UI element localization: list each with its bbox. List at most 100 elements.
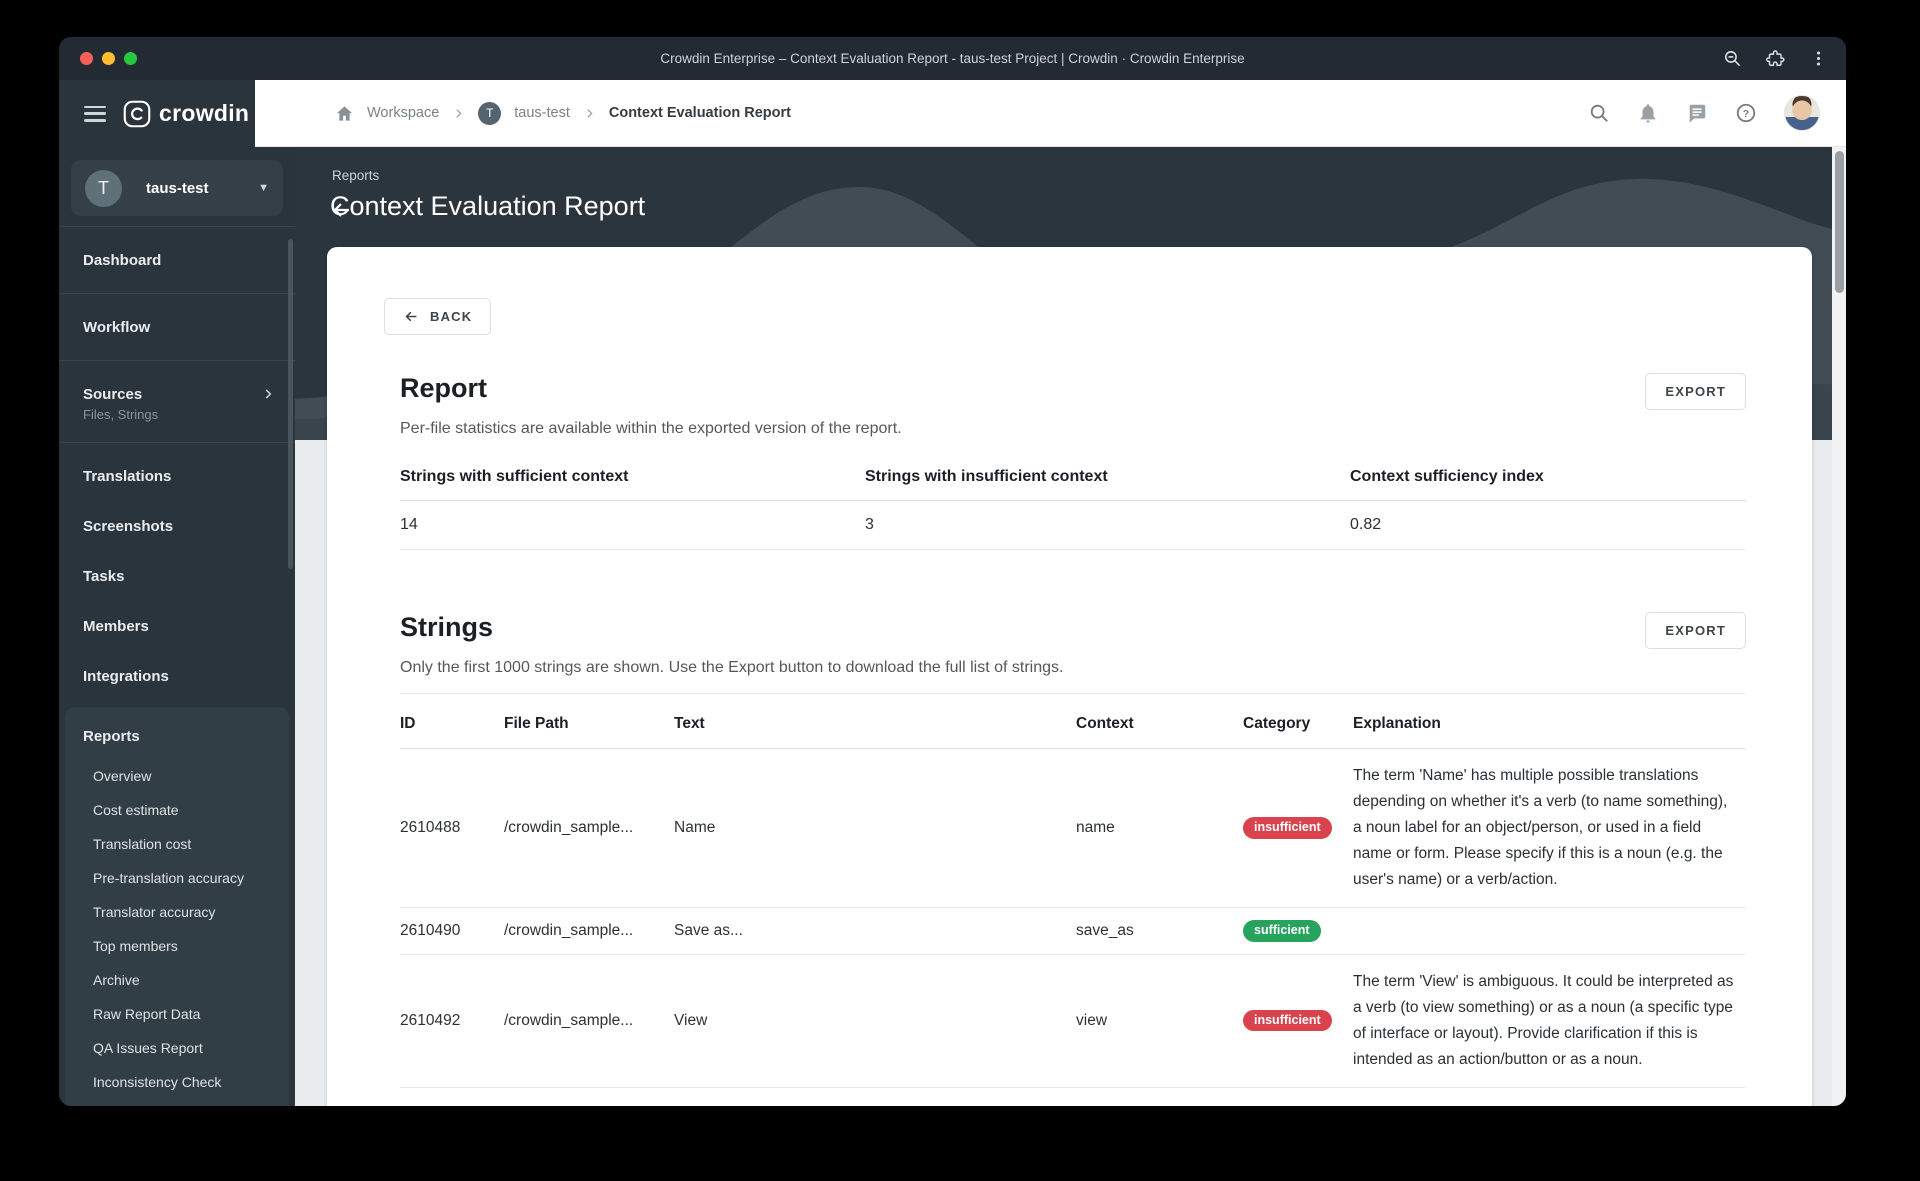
browser-window: Crowdin Enterprise – Context Evaluation … [59,37,1846,1106]
sidebar-reports-top-members[interactable]: Top members [65,929,289,963]
column-header-explanation: Explanation [1353,694,1746,749]
browser-tab-title: Crowdin Enterprise – Context Evaluation … [660,51,1245,66]
project-selector-avatar: T [85,169,122,207]
sidebar-reports-cost-estimate[interactable]: Cost estimate [65,793,289,827]
project-selector[interactable]: T taus-test ▼ [71,160,283,216]
report-stats-table: Strings with sufficient context Strings … [400,468,1746,550]
page-scrollbar[interactable] [1832,147,1846,1106]
stat-header: Strings with sufficient context [400,468,865,501]
sidebar-scrollbar[interactable] [288,239,293,569]
stat-value: 3 [865,501,1350,550]
cell-context: name [1076,819,1115,836]
report-section-title: Report [400,373,487,403]
sidebar-reports-proofreading-diff[interactable]: Proofreading Diff [65,1099,289,1106]
sidebar-item-members[interactable]: Members [59,601,295,651]
page-eyebrow: Reports [332,168,380,183]
logo-zone: crowdin [59,80,255,147]
zoom-page-icon[interactable] [1723,49,1742,68]
app-header: crowdin Workspace T taus-test Context Ev… [59,80,1846,147]
sidebar-reports-inconsistency-check[interactable]: Inconsistency Check [65,1065,289,1099]
sidebar-item-workflow[interactable]: Workflow [59,302,295,352]
column-header-id: ID [400,694,504,749]
cell-text: Save as... [674,921,743,939]
crowdin-logo-icon [123,100,151,127]
cell-text: Name [674,819,716,836]
cell-explanation: The term 'Name' has multiple possible tr… [1353,767,1728,888]
cell-context: view [1076,1011,1108,1029]
column-header-text: Text [674,694,1076,749]
chevron-right-icon [456,108,462,118]
svg-text:?: ? [1743,108,1749,120]
sidebar-reports-translator-accuracy[interactable]: Translator accuracy [65,895,289,929]
page-title: Context Evaluation Report [330,191,646,221]
hamburger-menu-icon[interactable] [84,105,106,122]
sidebar-item-translations[interactable]: Translations [59,451,295,501]
back-arrow-icon[interactable] [330,198,354,222]
category-badge: insufficient [1243,817,1332,839]
crowdin-logo[interactable]: crowdin [123,100,249,128]
maximize-window-button[interactable] [124,52,137,65]
sidebar-item-tasks[interactable]: Tasks [59,551,295,601]
sidebar-reports-group: Reports Overview Cost estimate Translati… [65,707,289,1106]
sidebar: T taus-test ▼ Dashboard Workflow Sources… [59,147,295,1106]
help-icon[interactable]: ? [1735,102,1757,124]
project-avatar: T [478,101,502,125]
breadcrumb-project[interactable]: taus-test [514,105,570,121]
sidebar-item-dashboard[interactable]: Dashboard [59,235,295,285]
sidebar-item-integrations[interactable]: Integrations [59,651,295,701]
back-button[interactable]: BACK [384,298,492,335]
breadcrumb-current: Context Evaluation Report [608,105,791,121]
caret-down-icon: ▼ [258,182,269,194]
content-area: Reports Context Evaluation Report BACK R… [295,147,1832,1106]
user-avatar[interactable] [1784,95,1820,131]
close-window-button[interactable] [80,52,93,65]
sidebar-reports-archive[interactable]: Archive [65,963,289,997]
cell-file-path: /crowdin_sample... [504,921,634,939]
messages-chat-icon[interactable] [1686,102,1708,124]
column-header-context: Context [1076,694,1243,749]
breadcrumb: Workspace T taus-test Context Evaluation… [335,101,791,125]
cell-text: View [674,1011,708,1029]
home-icon[interactable] [335,104,354,123]
project-selector-name: taus-test [146,179,209,197]
cell-id: 2610490 [400,921,461,939]
strings-table-header: ID File Path Text Context Category Expla… [400,694,1746,749]
strings-section-subtitle: Only the first 1000 strings are shown. U… [400,659,1064,676]
sidebar-reports-translation-cost[interactable]: Translation cost [65,827,289,861]
sidebar-reports-qa-issues[interactable]: QA Issues Report [65,1031,289,1065]
brand-name: crowdin [159,100,250,126]
strings-section-title: Strings [400,612,494,642]
notifications-bell-icon[interactable] [1637,102,1659,124]
table-row: 2610492 /crowdin_sample... View view ins… [400,955,1746,1088]
breadcrumb-workspace[interactable]: Workspace [367,105,439,121]
category-badge: insufficient [1243,1009,1332,1032]
window-controls[interactable] [80,52,137,65]
back-arrow-icon [405,311,417,322]
stat-value: 14 [400,501,865,550]
table-row: 2610488 /crowdin_sample... Name name ins… [400,749,1746,908]
chevron-right-icon [265,389,272,399]
sidebar-item-screenshots[interactable]: Screenshots [59,501,295,551]
cell-explanation: The term 'View' is ambiguous. It could b… [1353,972,1734,1068]
sidebar-reports-overview[interactable]: Overview [65,759,289,793]
sidebar-reports-pre-translation-accuracy[interactable]: Pre-translation accuracy [65,861,289,895]
sidebar-item-reports[interactable]: Reports [65,713,289,759]
chevron-right-icon [587,108,593,118]
strings-export-button[interactable]: EXPORT [1645,612,1746,649]
minimize-window-button[interactable] [102,52,115,65]
category-badge: sufficient [1243,920,1321,942]
search-icon[interactable] [1588,102,1610,124]
browser-titlebar: Crowdin Enterprise – Context Evaluation … [59,37,1846,80]
report-card: BACK Report EXPORT Per-file statistics a… [327,247,1812,1106]
report-export-button[interactable]: EXPORT [1645,373,1746,410]
browser-menu-icon[interactable] [1809,49,1828,68]
column-header-file-path: File Path [504,694,674,749]
cell-id: 2610488 [400,819,461,836]
extensions-puzzle-icon[interactable] [1766,49,1785,68]
page-scrollbar-thumb[interactable] [1834,151,1844,293]
stat-header: Strings with insufficient context [865,468,1350,501]
stat-header: Context sufficiency index [1350,468,1746,501]
cell-id: 2610492 [400,1011,461,1029]
sidebar-reports-raw-report-data[interactable]: Raw Report Data [65,997,289,1031]
stat-value: 0.82 [1350,501,1746,550]
